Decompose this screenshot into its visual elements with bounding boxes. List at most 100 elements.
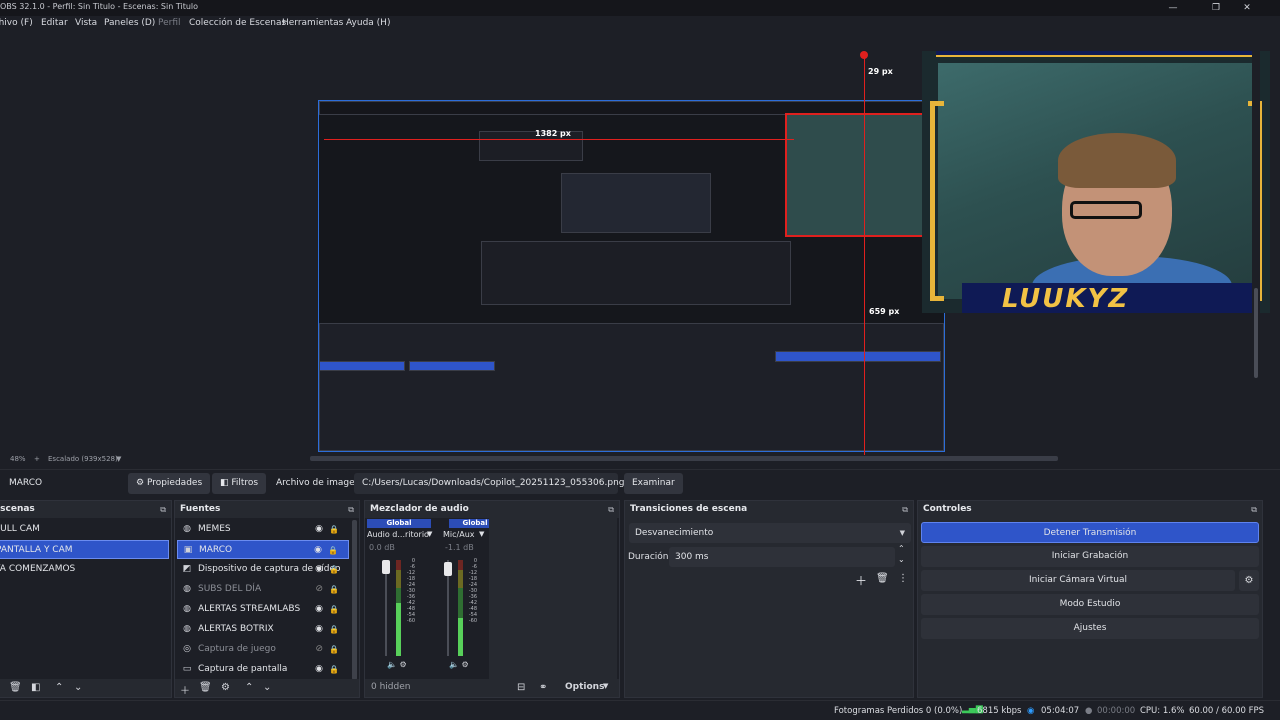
source-item[interactable]: ◎ Captura de juego ⊘ 🔒 [177,640,349,659]
source-item[interactable]: ◍ ALERTAS BOTRIX ◉ 🔒 [177,620,349,639]
menu-help[interactable]: Ayuda (H) [346,18,390,28]
more-icon[interactable]: ⋮ [898,573,908,584]
eye-icon[interactable]: ◉ [315,660,323,679]
zoom-level[interactable]: 48% [10,455,26,463]
add-icon[interactable]: ＋ [180,682,190,697]
selected-source-name: MARCO [9,478,43,488]
nested-cam [785,113,925,237]
vertical-scroll-thumb[interactable] [1254,288,1258,378]
menu-bar: Archivo (F) Editar Vista Paneles (D) Per… [0,16,1280,33]
gear-icon[interactable]: ⚙ [221,682,230,693]
properties-label: Propiedades [146,478,203,488]
speaker-icon[interactable]: 🔈 [387,660,397,669]
speaker-icon[interactable]: 🔈 [449,660,459,669]
undock-icon[interactable]: ⧉ [348,501,354,518]
menu-scene-collection[interactable]: Colección de Escenas [189,18,286,28]
eye-hidden-icon[interactable]: ⊘ [315,640,323,659]
source-item[interactable]: ▭ Captura de pantalla ◉ 🔒 [177,660,349,679]
chevron-down-icon[interactable]: ▼ [427,530,432,538]
eye-icon[interactable]: ◉ [315,600,323,619]
preview-vertical-scrollbar[interactable] [1252,33,1260,453]
lock-icon[interactable]: 🔒 [329,580,339,599]
chevron-down-icon[interactable]: ▼ [603,682,608,690]
scene-item-selected[interactable]: PANTALLA Y CAM [0,540,169,559]
layout-icon[interactable]: ⊟ [517,682,525,693]
scene-item[interactable]: FULL CAM [0,520,169,539]
source-item[interactable]: ◍ MEMES ◉ 🔒 [177,520,349,539]
undock-icon[interactable]: ⧉ [902,501,908,518]
zoom-add-button[interactable]: + [34,455,40,463]
trash-icon[interactable]: 🗑 [9,682,22,693]
preview-canvas[interactable] [318,100,945,452]
settings-button[interactable]: Ajustes [921,618,1259,639]
transition-select[interactable]: Desvanecimiento ▼ [629,523,911,543]
lock-icon[interactable]: 🔒 [329,520,339,539]
eye-icon[interactable]: ◉ [315,620,323,639]
globe-icon: ◍ [183,584,191,594]
eye-icon[interactable]: ◉ [315,520,323,539]
menu-file[interactable]: Archivo (F) [0,18,33,28]
gear-icon[interactable]: ⚙ [1239,570,1259,591]
close-button[interactable]: ✕ [1232,0,1262,16]
trash-icon[interactable]: 🗑 [876,573,889,584]
globe-icon: ◍ [183,624,191,634]
maximize-button[interactable]: ❐ [1201,0,1231,16]
start-recording-button[interactable]: Iniciar Grabación [921,546,1259,567]
menu-edit[interactable]: Editar [41,18,68,28]
eye-icon[interactable]: ◉ [315,560,323,579]
move-up-icon[interactable]: ⌃ [55,682,63,693]
volume-slider-track[interactable] [385,560,387,656]
channel-name[interactable]: Audio d...ritorio [367,530,429,539]
options-button[interactable]: Options [565,682,604,692]
move-up-icon[interactable]: ⌃ [245,682,253,693]
undock-icon[interactable]: ⧉ [1251,501,1257,518]
webcam-overlay[interactable]: LUUKYZ [922,51,1270,313]
lock-icon[interactable]: 🔒 [329,640,339,659]
volume-slider-knob[interactable] [382,560,390,574]
menu-docks[interactable]: Paneles (D) [104,18,155,28]
link-icon[interactable]: ⚭ [539,682,547,693]
sources-scrollbar[interactable] [352,520,357,680]
menu-view[interactable]: Vista [75,18,97,28]
chevron-down-icon[interactable]: ▼ [479,530,484,538]
browse-button[interactable]: Examinar [624,473,683,494]
undock-icon[interactable]: ⧉ [608,501,614,518]
increment-icon[interactable]: ⌃ [898,544,905,553]
source-item[interactable]: ◍ SUBS DEL DÍA ⊘ 🔒 [177,580,349,599]
minimize-button[interactable]: — [1158,0,1188,16]
add-icon[interactable]: ＋ [855,572,867,589]
lock-icon[interactable]: 🔒 [329,600,339,619]
studio-mode-button[interactable]: Modo Estudio [921,594,1259,615]
scale-dropdown-icon[interactable]: ▼ [116,455,121,463]
lock-icon[interactable]: 🔒 [329,620,339,639]
eye-icon[interactable]: ◉ [314,541,322,558]
move-down-icon[interactable]: ⌄ [74,682,82,693]
source-item[interactable]: ◍ ALERTAS STREAMLABS ◉ 🔒 [177,600,349,619]
settings-icon[interactable]: ⚙ [462,660,469,669]
source-label: Captura de juego [198,644,276,654]
source-item-selected[interactable]: ▣ MARCO ◉ 🔒 [177,540,349,559]
scene-filter-icon[interactable]: ◧ [31,682,40,693]
eye-hidden-icon[interactable]: ⊘ [315,580,323,599]
trash-icon[interactable]: 🗑 [199,682,212,693]
lock-icon[interactable]: 🔒 [328,541,338,558]
preview-area[interactable]: 1382 px 29 px 659 px LUUKYZ [0,33,1270,455]
start-virtual-camera-button[interactable]: Iniciar Cámara Virtual [921,570,1235,591]
stop-streaming-button[interactable]: Detener Transmisión [921,522,1259,543]
undock-icon[interactable]: ⧉ [160,501,166,518]
source-item[interactable]: ◩ Dispositivo de captura de vídeo ◉ 🔒 [177,560,349,579]
lock-icon[interactable]: 🔒 [329,560,339,579]
settings-icon[interactable]: ⚙ [400,660,407,669]
properties-button[interactable]: ⚙ Propiedades [128,473,211,494]
menu-tools[interactable]: Herramientas [282,18,343,28]
move-down-icon[interactable]: ⌄ [263,682,271,693]
volume-slider-knob[interactable] [444,562,452,576]
decrement-icon[interactable]: ⌄ [898,555,905,564]
image-path-field[interactable]: C:/Users/Lucas/Downloads/Copilot_2025112… [354,473,624,494]
measure-handle-top[interactable] [860,51,868,59]
scene-item[interactable]: YA COMENZAMOS [0,560,169,579]
channel-name[interactable]: Mic/Aux [443,530,475,539]
filters-button[interactable]: ◧ Filtros [212,473,267,494]
duration-input[interactable]: 300 ms [669,547,895,567]
lock-icon[interactable]: 🔒 [329,660,339,679]
